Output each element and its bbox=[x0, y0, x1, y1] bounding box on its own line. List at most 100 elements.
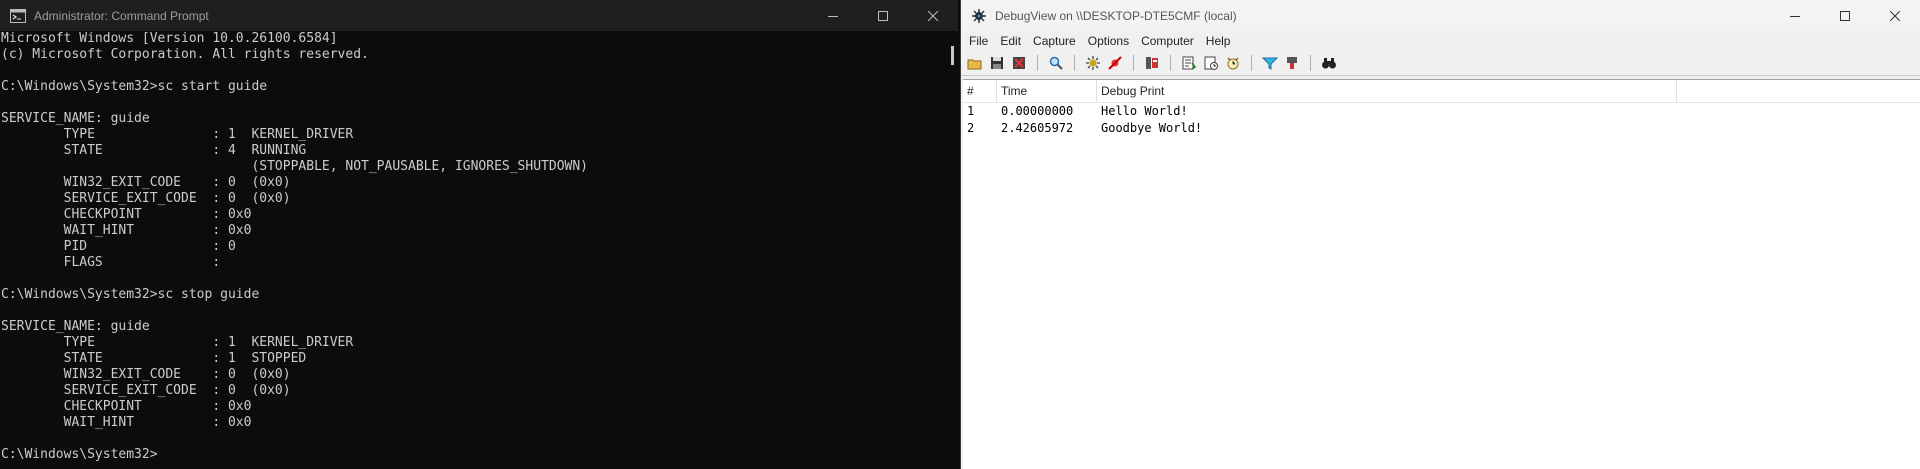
capture-kernel-button[interactable] bbox=[1143, 54, 1161, 72]
toolbar-separator bbox=[1251, 55, 1252, 71]
open-icon bbox=[967, 59, 982, 70]
clock-time-button[interactable] bbox=[1202, 54, 1220, 72]
console-line: C:\Windows\System32>sc start guide bbox=[1, 79, 268, 94]
debug-output-list[interactable]: # Time Debug Print 1 0.00000000 Hello Worl… bbox=[963, 79, 1920, 469]
minimize-icon bbox=[828, 15, 838, 17]
toolbar-separator bbox=[1133, 55, 1134, 71]
save-button[interactable] bbox=[988, 54, 1006, 72]
console-line: PID : 0 bbox=[1, 239, 236, 254]
row-debug-print: Goodbye World! bbox=[1101, 121, 1203, 135]
menu-bar: File Edit Capture Options Computer Help bbox=[961, 31, 1920, 51]
close-icon bbox=[928, 10, 938, 21]
row-number: 1 bbox=[967, 104, 975, 118]
debugview-app-icon bbox=[972, 8, 986, 23]
column-header-debug-print[interactable]: Debug Print bbox=[1097, 80, 1677, 102]
autoscroll-icon bbox=[1182, 56, 1197, 70]
debugview-titlebar[interactable]: DebugView on \\DESKTOP-DTE5CMF (local) bbox=[961, 0, 1920, 31]
find-icon bbox=[1049, 56, 1063, 70]
row-number: 2 bbox=[967, 121, 975, 135]
column-header-time[interactable]: Time bbox=[997, 80, 1097, 102]
minimize-icon bbox=[1790, 15, 1800, 17]
toolbar-separator bbox=[1037, 55, 1038, 71]
console-line: WAIT_HINT : 0x0 bbox=[1, 223, 252, 238]
menu-file[interactable]: File bbox=[963, 34, 994, 48]
capture-kernel-icon bbox=[1146, 57, 1158, 69]
menu-computer[interactable]: Computer bbox=[1135, 34, 1200, 48]
toolbar-separator bbox=[1170, 55, 1171, 71]
row-time: 0.00000000 bbox=[1001, 104, 1074, 118]
window-title: Administrator: Command Prompt bbox=[34, 8, 209, 23]
console-line: CHECKPOINT : 0x0 bbox=[1, 399, 252, 414]
minimize-button[interactable] bbox=[1770, 0, 1820, 31]
console-line: TYPE : 1 KERNEL_DRIVER bbox=[1, 335, 354, 350]
console-line: SERVICE_EXIT_CODE : 0 (0x0) bbox=[1, 191, 291, 206]
scrollbar-thumb[interactable] bbox=[951, 46, 954, 65]
console-line: (c) Microsoft Corporation. All rights re… bbox=[1, 47, 369, 62]
minimize-button[interactable] bbox=[808, 0, 858, 31]
close-button[interactable] bbox=[1870, 0, 1920, 31]
table-row[interactable]: 2 2.42605972 Goodbye World! bbox=[963, 120, 1920, 137]
highlight-button[interactable] bbox=[1283, 54, 1301, 72]
console-line: TYPE : 1 KERNEL_DRIVER bbox=[1, 127, 354, 142]
capture-icon bbox=[1086, 56, 1100, 70]
filter-button[interactable] bbox=[1261, 54, 1279, 72]
find-button[interactable] bbox=[1047, 54, 1065, 72]
command-prompt-window[interactable]: Administrator: Command Prompt Microsoft … bbox=[0, 0, 958, 469]
autoscroll-button[interactable] bbox=[1180, 54, 1198, 72]
console-line: (STOPPABLE, NOT_PAUSABLE, IGNORES_SHUTDO… bbox=[1, 159, 588, 174]
console-line: C:\Windows\System32> bbox=[1, 447, 158, 462]
toolbar bbox=[961, 51, 1920, 76]
clear-display-button[interactable] bbox=[1010, 54, 1028, 72]
maximize-icon bbox=[1840, 10, 1850, 21]
history-icon bbox=[1227, 57, 1239, 70]
maximize-icon bbox=[878, 10, 888, 21]
debugview-window[interactable]: DebugView on \\DESKTOP-DTE5CMF (local) F… bbox=[960, 0, 1920, 469]
console-line: SERVICE_NAME: guide bbox=[1, 319, 150, 334]
menu-capture[interactable]: Capture bbox=[1027, 34, 1082, 48]
history-button[interactable] bbox=[1224, 54, 1242, 72]
list-rows: 1 0.00000000 Hello World! 2 2.42605972 Goodby… bbox=[963, 103, 1920, 137]
menu-options[interactable]: Options bbox=[1082, 34, 1135, 48]
save-icon bbox=[991, 57, 1003, 69]
filter-icon bbox=[1262, 57, 1278, 70]
clear-display-icon bbox=[1013, 57, 1025, 69]
row-debug-print: Hello World! bbox=[1101, 104, 1188, 118]
cmd-titlebar[interactable]: Administrator: Command Prompt bbox=[0, 0, 958, 31]
console-line: STATE : 1 STOPPED bbox=[1, 351, 307, 366]
stop-capture-icon bbox=[1108, 56, 1122, 70]
console-line: FLAGS : bbox=[1, 255, 221, 270]
capture-button[interactable] bbox=[1084, 54, 1102, 72]
menu-help[interactable]: Help bbox=[1200, 34, 1237, 48]
toolbar-separator bbox=[1074, 55, 1075, 71]
close-button[interactable] bbox=[908, 0, 958, 31]
console-line: WAIT_HINT : 0x0 bbox=[1, 415, 252, 430]
console-line: CHECKPOINT : 0x0 bbox=[1, 207, 252, 222]
list-header: # Time Debug Print bbox=[963, 80, 1920, 103]
maximize-button[interactable] bbox=[1820, 0, 1870, 31]
row-time: 2.42605972 bbox=[1001, 121, 1074, 135]
column-header-number[interactable]: # bbox=[963, 80, 997, 102]
window-title: DebugView on \\DESKTOP-DTE5CMF (local) bbox=[995, 8, 1237, 23]
console-line: WIN32_EXIT_CODE : 0 (0x0) bbox=[1, 367, 291, 382]
console-line: SERVICE_EXIT_CODE : 0 (0x0) bbox=[1, 383, 291, 398]
maximize-button[interactable] bbox=[858, 0, 908, 31]
close-icon bbox=[1890, 10, 1900, 21]
open-button[interactable] bbox=[966, 54, 984, 72]
console-line: SERVICE_NAME: guide bbox=[1, 111, 150, 126]
stop-capture-button[interactable] bbox=[1106, 54, 1124, 72]
menu-edit[interactable]: Edit bbox=[994, 34, 1027, 48]
console-line: Microsoft Windows [Version 10.0.26100.65… bbox=[1, 31, 338, 46]
console-line: C:\Windows\System32>sc stop guide bbox=[1, 287, 260, 302]
toolbar-separator bbox=[1310, 55, 1311, 71]
binoculars-button[interactable] bbox=[1320, 54, 1338, 72]
binoculars-icon bbox=[1322, 58, 1336, 69]
console-line: STATE : 4 RUNNING bbox=[1, 143, 307, 158]
clock-time-icon bbox=[1204, 56, 1218, 70]
table-row[interactable]: 1 0.00000000 Hello World! bbox=[963, 103, 1920, 120]
highlight-icon bbox=[1287, 57, 1297, 69]
console-output[interactable]: Microsoft Windows [Version 10.0.26100.65… bbox=[1, 31, 944, 469]
